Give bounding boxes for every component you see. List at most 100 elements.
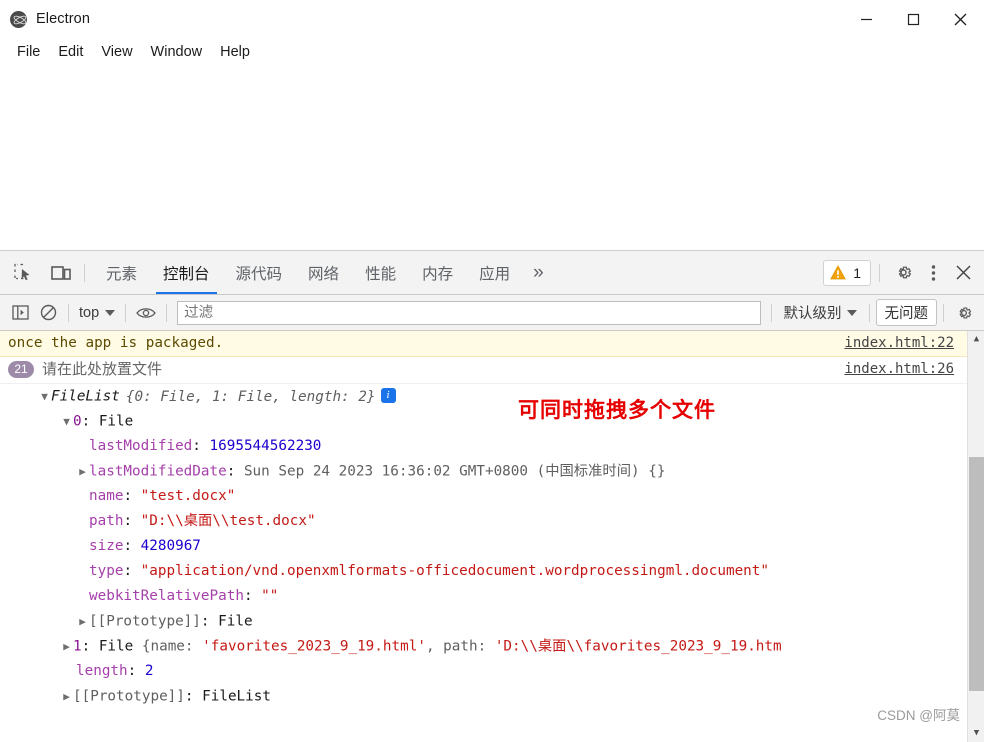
file0-prop-name[interactable]: name: "test.docx" xyxy=(8,484,984,509)
more-tabs-icon[interactable]: » xyxy=(523,251,554,294)
prop-key: path xyxy=(89,513,124,529)
warning-triangle-icon xyxy=(830,265,847,280)
menu-item-view[interactable]: View xyxy=(92,42,141,62)
scroll-up-arrow-icon[interactable]: ▲ xyxy=(968,331,984,348)
warning-count-value: 1 xyxy=(853,264,861,281)
clear-console-icon[interactable] xyxy=(34,299,62,327)
file1-colon: : xyxy=(81,638,99,655)
file0-prop-path[interactable]: path: "D:\\桌面\\test.docx" xyxy=(8,509,984,534)
menu-item-window[interactable]: Window xyxy=(142,42,212,62)
prototype-twisty-icon[interactable]: ▶ xyxy=(60,684,73,709)
filterbar-divider-5 xyxy=(868,303,870,322)
actions-divider xyxy=(879,263,880,282)
filelist-object-tree: ▼ FileList {0: File, 1: File, length: 2} i … xyxy=(0,384,984,709)
more-vertical-icon[interactable] xyxy=(918,258,948,288)
console-filter-input[interactable] xyxy=(177,300,761,325)
scroll-down-arrow-icon[interactable]: ▼ xyxy=(968,725,984,742)
prop-sep: : xyxy=(243,588,262,604)
tab-application[interactable]: 应用 xyxy=(466,251,523,294)
filelist-length-row[interactable]: length: 2 xyxy=(8,659,984,684)
tab-elements[interactable]: 元素 xyxy=(93,251,150,294)
console-filter-toolbar: top 默认级别 无问题 xyxy=(0,295,984,331)
prop-key: type xyxy=(89,563,124,579)
file0-prop-webkitRelativePath[interactable]: webkitRelativePath: "" xyxy=(8,584,984,609)
filelist-twisty-icon[interactable]: ▼ xyxy=(38,384,51,409)
file1-index: 1 xyxy=(73,638,82,655)
file0-prop-type[interactable]: type: "application/vnd.openxmlformats-of… xyxy=(8,559,984,584)
prop-sep: : xyxy=(123,513,141,529)
minimize-icon[interactable] xyxy=(843,0,890,38)
filelist-header-row[interactable]: ▼ FileList {0: File, 1: File, length: 2} i xyxy=(8,384,984,409)
file0-type: File xyxy=(98,413,134,430)
prototype-key: [[Prototype]] xyxy=(73,688,185,705)
console-warning-row[interactable]: once the app is packaged. index.html:22 xyxy=(0,331,984,357)
log-level-label: 默认级别 xyxy=(783,306,842,322)
warning-count-badge[interactable]: 1 xyxy=(823,259,871,286)
console-message-source-link[interactable]: index.html:26 xyxy=(844,357,954,382)
prop-key: name xyxy=(89,488,124,504)
scrollbar-thumb[interactable] xyxy=(969,457,984,691)
window-titlebar: Electron xyxy=(0,0,984,38)
prop-key: lastModified xyxy=(89,438,193,454)
devtools-panel: 元素 控制台 源代码 网络 性能 内存 应用 » 1 top 过滤 默认级别 无… xyxy=(0,250,984,742)
prop-sep: : xyxy=(123,538,141,554)
prop-sep: : xyxy=(226,463,244,480)
live-expression-eye-icon[interactable] xyxy=(132,299,160,327)
tab-network[interactable]: 网络 xyxy=(295,251,352,294)
maximize-icon[interactable] xyxy=(890,0,937,38)
prop-value: Sun Sep 24 2023 16:36:02 GMT+0800 (中国标准时… xyxy=(243,463,666,480)
file1-twisty-icon[interactable]: ▶ xyxy=(60,634,73,659)
prop-twisty-icon[interactable]: ▶ xyxy=(76,609,89,634)
prop-sep: : xyxy=(123,488,141,504)
console-settings-gear-icon[interactable] xyxy=(950,299,978,327)
console-warning-source-link[interactable]: index.html:22 xyxy=(844,331,954,356)
prototype-value: FileList xyxy=(202,688,271,705)
tab-memory[interactable]: 内存 xyxy=(409,251,466,294)
filterbar-divider-4 xyxy=(770,303,772,322)
console-output[interactable]: once the app is packaged. index.html:22 … xyxy=(0,331,984,742)
prop-key: size xyxy=(89,538,124,554)
prop-twisty-icon[interactable]: ▶ xyxy=(76,459,89,484)
filelist-prototype-row[interactable]: ▶ [[Prototype]]: FileList xyxy=(8,684,984,709)
issues-status-button[interactable]: 无问题 xyxy=(875,299,937,326)
console-warning-text: once the app is packaged. xyxy=(8,335,224,351)
log-level-selector[interactable]: 默认级别 xyxy=(778,302,863,323)
prop-value: 1695544562230 xyxy=(209,438,322,454)
tab-performance[interactable]: 性能 xyxy=(352,251,409,294)
file0-row[interactable]: ▼ 0: File xyxy=(8,409,984,434)
length-value: 2 xyxy=(144,663,154,679)
file0-prop-prototype[interactable]: ▶ [[Prototype]]: File xyxy=(8,609,984,634)
application-menubar: File Edit View Window Help xyxy=(0,38,984,66)
console-sidebar-icon[interactable] xyxy=(6,299,34,327)
prop-value: "" xyxy=(261,588,279,604)
menu-item-help[interactable]: Help xyxy=(211,42,259,62)
info-badge-icon[interactable]: i xyxy=(380,388,396,403)
menu-item-file[interactable]: File xyxy=(8,42,49,62)
file0-index: 0 xyxy=(73,413,82,430)
filelist-preview: {0: File, 1: File, length: 2} xyxy=(125,388,376,405)
execution-context-selector[interactable]: top xyxy=(75,305,119,321)
tabbar-divider xyxy=(84,263,85,282)
filterbar-divider-2 xyxy=(125,303,127,322)
file1-preview-path: 'D:\\桌面\\favorites_2023_9_19.htm xyxy=(494,638,782,655)
inspect-element-icon[interactable] xyxy=(8,258,38,288)
file1-row[interactable]: ▶ 1: File {name: 'favorites_2023_9_19.htm… xyxy=(8,634,984,659)
file0-twisty-icon[interactable]: ▼ xyxy=(60,409,73,434)
close-devtools-icon[interactable] xyxy=(948,258,978,288)
prop-key: lastModifiedDate xyxy=(89,463,227,480)
prop-value: File xyxy=(218,613,253,630)
console-scrollbar[interactable]: ▲ ▼ xyxy=(967,331,984,742)
device-toolbar-icon[interactable] xyxy=(46,258,76,288)
tab-sources[interactable]: 源代码 xyxy=(223,251,296,294)
file0-prop-lastModified[interactable]: lastModified: 1695544562230 xyxy=(8,434,984,459)
prop-value: "D:\\桌面\\test.docx" xyxy=(140,513,316,529)
settings-gear-icon[interactable] xyxy=(888,258,918,288)
menu-item-edit[interactable]: Edit xyxy=(49,42,92,62)
console-message-row[interactable]: 21 请在此处放置文件 index.html:26 xyxy=(0,357,984,384)
close-icon[interactable] xyxy=(937,0,984,38)
tab-console[interactable]: 控制台 xyxy=(150,251,223,294)
file0-prop-size[interactable]: size: 4280967 xyxy=(8,534,984,559)
filterbar-divider-1 xyxy=(68,303,69,322)
devtools-tabbar: 元素 控制台 源代码 网络 性能 内存 应用 » 1 xyxy=(0,251,984,295)
file0-prop-lastModifiedDate[interactable]: ▶ lastModifiedDate: Sun Sep 24 2023 16:36… xyxy=(8,459,984,484)
